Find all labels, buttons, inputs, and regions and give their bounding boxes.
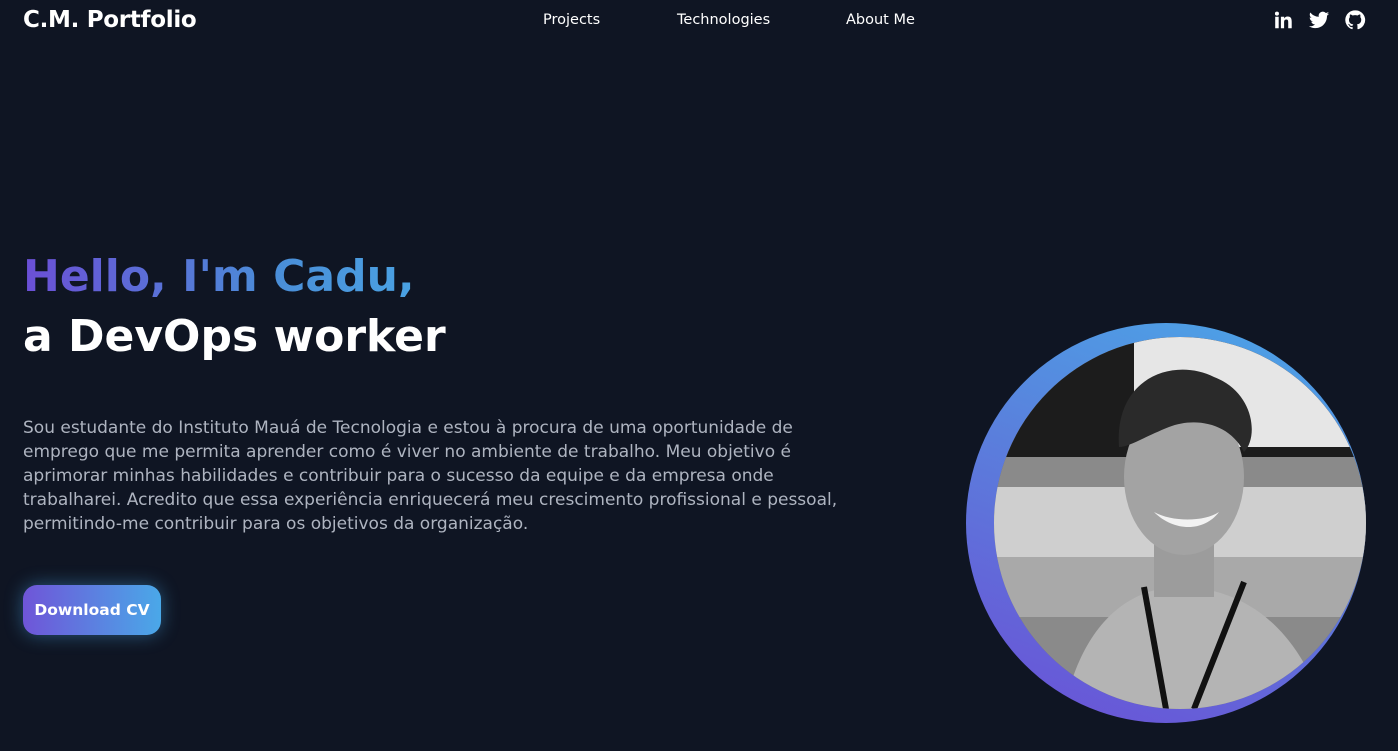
hero-greeting: Hello, I'm Cadu, — [23, 248, 446, 306]
avatar — [994, 337, 1366, 709]
github-icon[interactable] — [1344, 9, 1366, 31]
nav-links: Projects Technologies About Me — [0, 12, 1398, 32]
download-cv-button[interactable]: Download CV — [23, 585, 161, 635]
navbar: C.M. Portfolio Projects Technologies Abo… — [0, 0, 1398, 44]
social-links — [1272, 9, 1366, 31]
twitter-icon[interactable] — [1308, 9, 1330, 31]
nav-link-projects[interactable]: Projects — [543, 12, 600, 28]
linkedin-icon[interactable] — [1272, 9, 1294, 31]
hero-title: Hello, I'm Cadu, a DevOps worker — [23, 248, 446, 368]
avatar-ring — [966, 323, 1366, 723]
nav-link-technologies[interactable]: Technologies — [677, 12, 770, 28]
hero-role: a DevOps worker — [23, 311, 446, 362]
nav-link-about-me[interactable]: About Me — [846, 12, 915, 28]
profile-photo-illustration — [994, 337, 1366, 709]
hero-intro: Sou estudante do Instituto Mauá de Tecno… — [23, 418, 838, 534]
